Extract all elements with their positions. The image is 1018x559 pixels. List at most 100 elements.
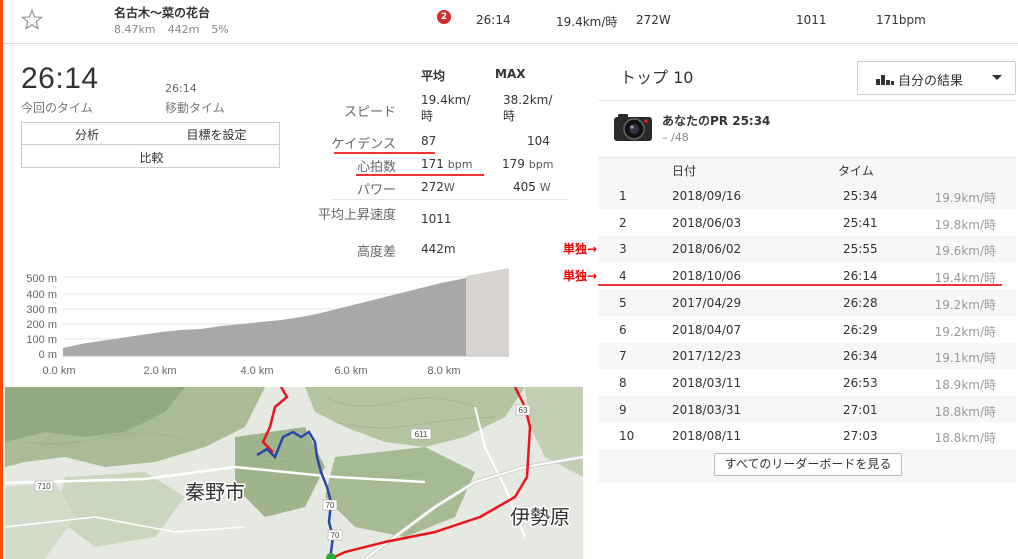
button-divider — [22, 144, 279, 145]
segment-power: 272W — [636, 13, 671, 27]
compare-button[interactable]: 比較 — [22, 149, 281, 166]
star-icon[interactable] — [20, 8, 44, 32]
results-filter-dropdown[interactable]: 自分の結果 — [857, 61, 1016, 95]
route-map[interactable]: 秦野市 伊勢原 710 611 63 70 70 — [5, 387, 583, 559]
cadence-avg: 87 — [421, 134, 437, 148]
pr-subtitle: – /48 — [662, 131, 689, 144]
heartrate-underline — [356, 174, 484, 176]
leaderboard-speed: 18.9km/時 — [934, 377, 996, 392]
leaderboard-time: 26:28 — [843, 295, 878, 310]
heartrate-avg: 171 bpm — [421, 157, 472, 171]
annotation-solo-2: 単独→ — [563, 269, 598, 283]
top10-title: トップ 10 — [620, 68, 694, 87]
pr-title: あなたのPR 25:34 — [662, 114, 771, 128]
x-tick-2: 2.0 km — [143, 365, 176, 377]
set-goal-button[interactable]: 目標を設定 — [152, 126, 281, 143]
map-city-label-2: 伊勢原 — [510, 505, 570, 529]
leaderboard-row[interactable]: 10 2018/08/11 27:03 18.8km/時 — [598, 422, 1016, 450]
leaderboard-time: 25:41 — [843, 215, 878, 230]
speed-avg-unit: 時 — [421, 109, 434, 123]
segment-speed: 19.4km/時 — [556, 15, 618, 29]
leaderboard-row[interactable]: 7 2017/12/23 26:34 19.1km/時 — [598, 342, 1016, 369]
elevation-diff-label: 高度差 — [356, 245, 396, 260]
leaderboard-time: 26:53 — [843, 375, 878, 390]
leaderboard-row[interactable]: 9 2018/03/31 27:01 18.8km/時 — [598, 396, 1016, 423]
leaderboard-row[interactable]: 2 2018/06/03 25:41 19.8km/時 — [598, 208, 1016, 236]
results-filter-label: 自分の結果 — [898, 74, 964, 89]
x-tick-0: 0.0 km — [42, 365, 75, 377]
leaderboard-row[interactable]: 3 2018/06/02 25:55 19.6km/時 — [598, 235, 1016, 262]
leaderboard-time: 26:34 — [843, 349, 878, 364]
leaderboard-time: 27:01 — [843, 402, 878, 417]
leaderboard-date: 2017/12/23 — [672, 349, 742, 364]
leaderboard-rank: 8 — [619, 375, 627, 390]
segment-heartrate: 171bpm — [876, 13, 926, 27]
power-max-value: 405 — [513, 180, 536, 194]
moving-label: 移動タイム — [165, 101, 225, 115]
leaderboard-rank: 6 — [619, 322, 627, 337]
heartrate-label: 心拍数 — [356, 160, 396, 175]
elevation-diff-value: 442m — [421, 242, 456, 256]
leaderboard-date: 2018/06/02 — [672, 242, 742, 257]
climb-rate-value: 1011 — [421, 212, 452, 226]
power-max-unit: W — [539, 181, 551, 194]
heartrate-max-unit: bpm — [528, 158, 554, 171]
leaderboard-speed: 19.1km/時 — [934, 351, 996, 366]
leaderboard-rank: 7 — [619, 349, 627, 364]
road-label-70-b: 70 — [331, 531, 340, 540]
elevation-chart[interactable]: 500 m 400 m 300 m 200 m 100 m 0 m 0.0 km… — [21, 268, 511, 380]
leaderboard-rank: 1 — [619, 189, 627, 203]
speed-max: 38.2km/時 — [503, 93, 552, 124]
leaderboard-date: 2018/09/16 — [672, 189, 742, 203]
leaderboard-date: 2018/03/31 — [672, 402, 742, 417]
segment-name[interactable]: 名古木～菜の花台 — [114, 4, 210, 21]
power-avg-value: 272 — [421, 180, 444, 194]
leaderboard-rank: 9 — [619, 402, 627, 417]
current-effort-underline — [598, 284, 1002, 286]
segment-time: 26:14 — [476, 13, 511, 27]
leaderboard-date: 2018/03/11 — [672, 375, 742, 390]
leaderboard-speed: 19.8km/時 — [934, 217, 996, 232]
leaderboard-time: 26:14 — [843, 269, 878, 284]
map-canvas[interactable]: 秦野市 伊勢原 710 611 63 70 70 — [5, 387, 583, 559]
leaderboard-row[interactable]: 5 2017/04/29 26:28 19.2km/時 — [598, 289, 1016, 316]
segment-elevation: 442m — [167, 23, 200, 36]
leaderboard-rank: 10 — [619, 429, 635, 444]
elapsed-label: 今回のタイム — [21, 101, 93, 115]
leaderboard-row[interactable]: 6 2018/04/07 26:29 19.2km/時 — [598, 315, 1016, 343]
leaderboard-rank: 3 — [619, 242, 627, 257]
elevation-area-remaining — [466, 268, 509, 356]
road-label-70-a: 70 — [326, 501, 335, 510]
road-label-710: 710 — [37, 482, 51, 491]
avg-header: 平均 — [421, 69, 446, 83]
speed-max-value: 38.2km/ — [503, 93, 553, 107]
leaderboard-rank: 4 — [619, 269, 627, 284]
leaderboard-rank: 2 — [619, 215, 627, 230]
leaderboard-time: 25:34 — [843, 189, 878, 203]
heartrate-max-value: 179 — [502, 157, 525, 171]
annotation-solo-1: 単独→ — [563, 242, 598, 256]
y-tick-100: 100 m — [26, 334, 57, 346]
analysis-button[interactable]: 分析 — [22, 126, 152, 143]
cadence-max: 104 — [527, 134, 550, 148]
leaderboard-rank: 5 — [619, 295, 627, 310]
heartrate-max: 179 bpm — [502, 157, 553, 171]
rank-badge: 2 — [437, 10, 451, 24]
road-label-611: 611 — [415, 430, 428, 439]
action-buttons: 分析 目標を設定 比較 — [21, 122, 280, 168]
accent-edge — [0, 0, 3, 559]
elevation-area — [63, 278, 466, 356]
leaderboard-row[interactable]: 8 2018/03/11 26:53 18.9km/時 — [598, 368, 1016, 396]
segment-grade: 5% — [211, 23, 229, 36]
view-all-leaderboards-button[interactable]: すべてのリーダーボードを見る — [714, 453, 902, 476]
leaderboard-speed: 18.8km/時 — [934, 404, 996, 419]
cadence-underline — [334, 152, 435, 154]
camera-icon — [614, 114, 652, 141]
max-header: MAX — [495, 67, 526, 81]
leaderboard-speed: 19.2km/時 — [934, 297, 996, 312]
leaderboard-date: 2018/10/06 — [672, 269, 742, 284]
cadence-label: ケイデンス — [331, 137, 396, 152]
y-tick-0: 0 m — [39, 349, 57, 361]
leaderboard-row[interactable]: 1 2018/09/16 25:34 19.9km/時 — [598, 182, 1016, 209]
leaderboard-date: 2018/04/07 — [672, 322, 742, 337]
